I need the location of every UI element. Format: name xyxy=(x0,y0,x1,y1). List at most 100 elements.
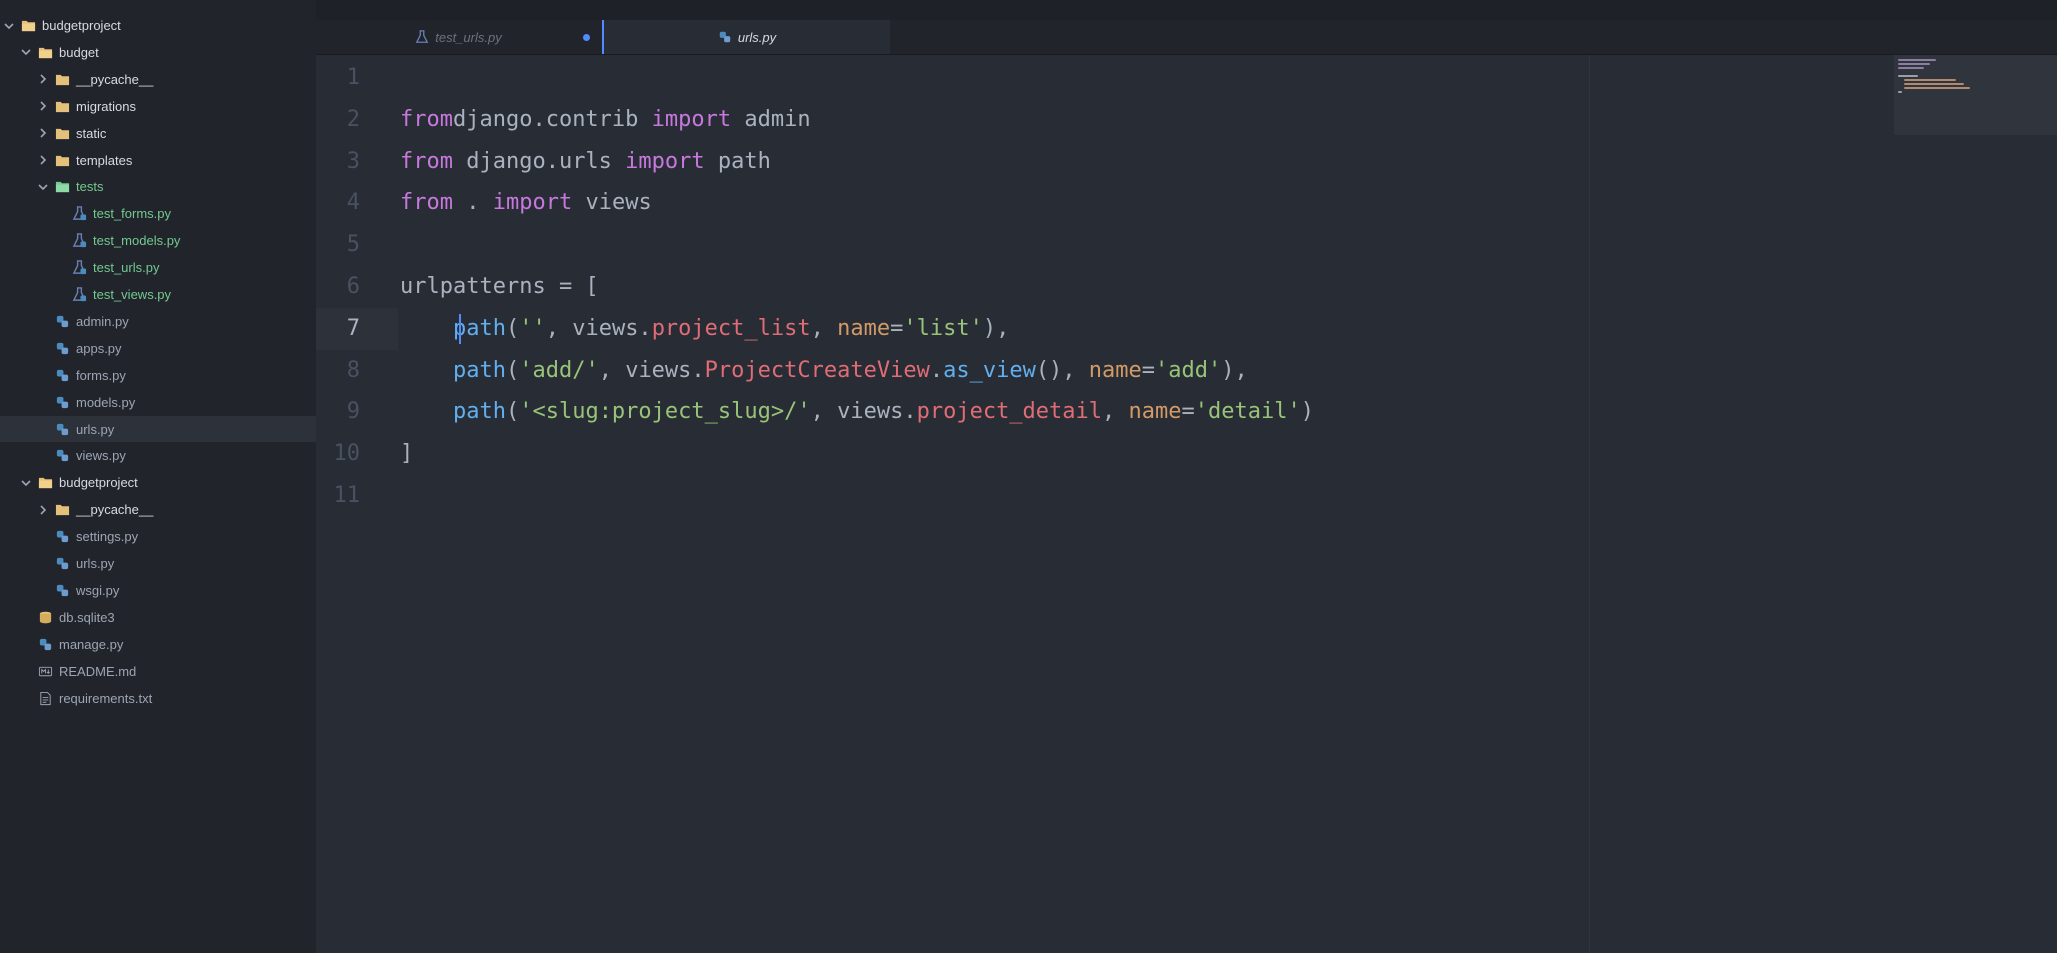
tree-file-apps[interactable]: apps.py xyxy=(0,335,316,361)
chevron-right-icon[interactable] xyxy=(36,72,50,86)
line-number[interactable]: 8 xyxy=(316,350,360,392)
tree-file-test-views[interactable]: test_views.py xyxy=(0,282,316,308)
tree-item-label: __pycache__ xyxy=(76,502,154,518)
wrap-guide xyxy=(1589,55,1590,953)
tree-file-forms[interactable]: forms.py xyxy=(0,362,316,388)
code-line[interactable]: fromdjango.contrib import admin xyxy=(400,99,811,141)
tree-view[interactable]: budgetproject budget __pycache__ migrations… xyxy=(0,0,317,953)
tree-item-label: models.py xyxy=(76,394,136,410)
code-line[interactable]: path('', views.project_list, name='list'… xyxy=(400,308,1009,350)
line-number[interactable]: 6 xyxy=(316,266,360,308)
tree-file-settings[interactable]: settings.py xyxy=(0,524,316,550)
tree-file-readme[interactable]: README.md xyxy=(0,658,316,684)
code-token: . xyxy=(929,357,944,383)
tree-dir-templates[interactable]: templates xyxy=(0,147,316,173)
folder-icon xyxy=(37,44,53,60)
tree-item-label: budgetproject xyxy=(59,475,138,491)
tree-file-test-models[interactable]: test_models.py xyxy=(0,228,316,254)
tree-item-label: budgetproject xyxy=(42,18,121,33)
tree-item-label: manage.py xyxy=(59,636,124,652)
tree-item-label: urls.py xyxy=(76,421,115,437)
python-icon xyxy=(54,421,70,437)
code-token: import xyxy=(651,106,732,132)
tree-file-wsgi[interactable]: wsgi.py xyxy=(0,577,316,603)
chevron-down-icon[interactable] xyxy=(36,180,50,194)
code-token: , views. xyxy=(810,399,917,425)
chevron-right-icon[interactable] xyxy=(36,99,50,113)
code-line[interactable]: ] xyxy=(400,433,413,475)
tree-file-project-urls[interactable]: urls.py xyxy=(0,551,316,577)
chevron-down-icon[interactable] xyxy=(19,476,33,490)
chevron-right-icon[interactable] xyxy=(36,503,50,517)
line-number[interactable]: 2 xyxy=(316,99,360,141)
line-number[interactable]: 9 xyxy=(316,391,360,433)
tree-dir-project-pycache[interactable]: __pycache__ xyxy=(0,497,316,523)
tree-item-label: templates xyxy=(76,152,133,168)
line-number[interactable]: 4 xyxy=(316,182,360,224)
line-number[interactable]: 7 xyxy=(316,308,360,350)
chevron-right-icon[interactable] xyxy=(36,153,50,167)
tree-dir-migrations[interactable]: migrations xyxy=(0,93,316,119)
chevron-right-icon[interactable] xyxy=(36,126,50,140)
code-line[interactable]: urlpatterns = [ xyxy=(400,266,599,308)
code-token: = xyxy=(1181,399,1195,425)
code-token: ), xyxy=(982,315,1010,341)
tree-file-budget-urls[interactable]: urls.py xyxy=(0,416,316,442)
tab-label: urls.py xyxy=(737,29,777,45)
tab-test-urls[interactable]: test_urls.py xyxy=(316,20,601,54)
line-number[interactable]: 3 xyxy=(316,141,360,183)
tree-file-test-urls[interactable]: test_urls.py xyxy=(0,255,316,281)
text-cursor xyxy=(459,313,461,344)
folder-icon xyxy=(54,152,70,168)
tree-dir-budget[interactable]: budget xyxy=(0,39,316,65)
tree-file-admin[interactable]: admin.py xyxy=(0,308,316,334)
folder-icon xyxy=(37,475,53,491)
tree-file-requirements[interactable]: requirements.txt xyxy=(0,685,316,711)
minimap[interactable] xyxy=(1894,55,2057,135)
python-icon xyxy=(54,394,70,410)
markdown-icon xyxy=(37,663,53,679)
tree-dir-static[interactable]: static xyxy=(0,120,316,146)
code-line[interactable]: from django.urls import path xyxy=(400,141,771,183)
tree-file-models[interactable]: models.py xyxy=(0,389,316,415)
line-number[interactable]: 1 xyxy=(316,57,360,99)
tree-item-label: settings.py xyxy=(76,529,139,545)
python-icon xyxy=(37,636,53,652)
tree-file-views[interactable]: views.py xyxy=(0,443,316,469)
code-token: path xyxy=(452,357,506,383)
tree-file-db[interactable]: db.sqlite3 xyxy=(0,604,316,630)
tree-item-label: test_views.py xyxy=(93,287,172,302)
code-token: django.contrib xyxy=(452,106,652,132)
tab-urls[interactable]: urls.py xyxy=(604,20,890,54)
code-line[interactable]: path('add/', views.ProjectCreateView.as_… xyxy=(400,350,1248,392)
tree-dir-tests[interactable]: tests xyxy=(0,174,316,200)
chevron-down-icon[interactable] xyxy=(2,19,16,33)
tree-file-test-forms[interactable]: test_forms.py xyxy=(0,201,316,227)
code-token: from xyxy=(400,190,453,216)
tree-file-manage[interactable]: manage.py xyxy=(0,631,316,657)
modified-indicator xyxy=(583,34,590,41)
minimap-line xyxy=(1898,91,1902,93)
line-number[interactable]: 5 xyxy=(316,224,360,266)
code-token: . xyxy=(452,190,493,216)
python-icon xyxy=(54,529,70,545)
code-token: django.urls xyxy=(452,148,626,174)
tab-label: test_urls.py xyxy=(435,29,502,45)
chevron-down-icon[interactable] xyxy=(19,45,33,59)
test-file-icon xyxy=(71,260,87,276)
code-editor[interactable]: 1 2 fromdjango.contrib import admin 3 from d… xyxy=(316,55,2057,953)
code-token: ( xyxy=(505,357,520,383)
code-line[interactable]: from . import views xyxy=(400,182,652,224)
test-file-icon xyxy=(71,233,87,249)
tree-dir-budgetproject[interactable]: budgetproject xyxy=(0,470,316,496)
line-number[interactable]: 11 xyxy=(316,475,361,517)
tree-root-budgetproject[interactable]: budgetproject xyxy=(0,13,316,39)
line-number[interactable]: 10 xyxy=(316,433,361,475)
python-icon xyxy=(54,340,70,356)
code-token: , xyxy=(1102,399,1129,425)
tree-dir-budget-pycache[interactable]: __pycache__ xyxy=(0,66,316,92)
folder-icon xyxy=(54,125,70,141)
code-line[interactable]: path('<slug:project_slug>/', views.proje… xyxy=(400,391,1314,433)
